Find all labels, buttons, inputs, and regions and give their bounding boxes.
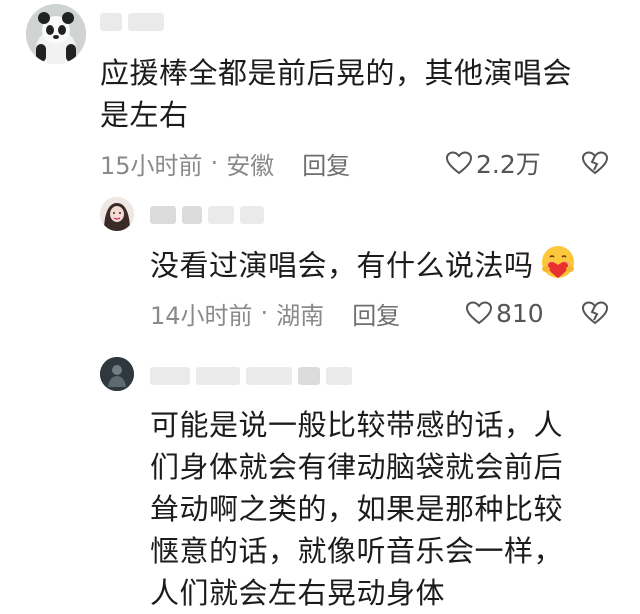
- user-avatar-icon: [100, 197, 134, 231]
- timestamp: 14小时前: [150, 301, 253, 330]
- broken-heart-icon: [582, 151, 608, 175]
- like-button[interactable]: 810: [466, 296, 544, 330]
- location: 湖南: [276, 301, 325, 330]
- dislike-button[interactable]: [582, 296, 608, 330]
- heart-icon: [466, 301, 492, 325]
- separator: ·: [210, 149, 219, 177]
- reply-button[interactable]: 回复: [352, 296, 400, 331]
- panda-avatar-icon: [26, 4, 86, 64]
- like-count: 2.2万: [476, 150, 541, 179]
- user-avatar-icon: [100, 357, 134, 391]
- location: 安徽: [226, 151, 275, 180]
- reply-button[interactable]: 回复: [302, 146, 350, 181]
- username-blurred[interactable]: [150, 205, 264, 225]
- comment-meta: 14小时前 · 湖南 回复: [150, 296, 400, 330]
- avatar[interactable]: [100, 197, 134, 231]
- heart-icon: [446, 151, 472, 175]
- username-blurred[interactable]: [150, 366, 352, 386]
- avatar[interactable]: [100, 357, 134, 391]
- avatar[interactable]: [26, 4, 86, 64]
- comment-text: 可能是说一般比较带感的话，人 们身体就会有律动脑袋就会前后 耸动啊之类的，如果是…: [150, 408, 564, 610]
- hug-face-emoji-icon: [538, 242, 578, 293]
- comment-meta: 15小时前 · 安徽 回复: [100, 146, 350, 180]
- comment-text: 没看过演唱会，有什么说法吗: [150, 242, 620, 293]
- dislike-button[interactable]: [582, 146, 608, 180]
- timestamp: 15小时前: [100, 151, 203, 180]
- broken-heart-icon: [582, 301, 608, 325]
- like-count: 810: [496, 298, 544, 328]
- like-button[interactable]: 2.2万: [446, 146, 541, 180]
- comment-text: 应援棒全都是前后晃的，其他演唱会 是左右: [100, 56, 573, 132]
- username-blurred[interactable]: [100, 12, 164, 32]
- separator: ·: [260, 299, 269, 327]
